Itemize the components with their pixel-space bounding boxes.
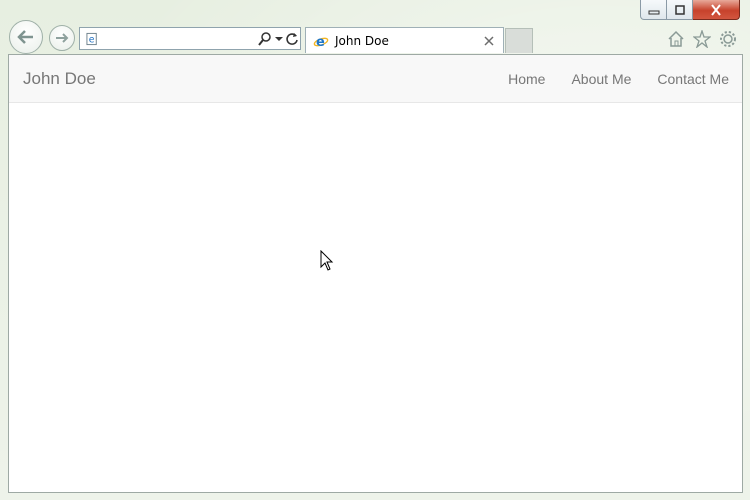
site-brand[interactable]: John Doe [23, 69, 96, 89]
nav-links: Home About Me Contact Me [495, 55, 742, 103]
back-button[interactable] [9, 20, 43, 54]
back-arrow-icon [17, 30, 33, 44]
gear-icon[interactable] [718, 29, 738, 49]
nav-home-link[interactable]: Home [495, 71, 558, 87]
forward-button[interactable] [49, 25, 75, 51]
mouse-cursor-icon [320, 250, 334, 271]
minimize-icon [648, 10, 659, 14]
dropdown-arrow-icon[interactable] [274, 30, 283, 48]
nav-contact-link[interactable]: Contact Me [644, 71, 742, 87]
maximize-button[interactable] [667, 0, 693, 20]
address-bar[interactable]: e [79, 27, 301, 50]
refresh-icon[interactable] [283, 30, 300, 48]
nav-about-link[interactable]: About Me [558, 71, 644, 87]
tab-active[interactable]: e John Doe [305, 27, 504, 53]
search-icon[interactable] [257, 30, 274, 48]
new-tab-button[interactable] [505, 28, 533, 53]
svg-text:e: e [316, 35, 325, 49]
tab-close-icon[interactable] [481, 33, 497, 49]
ie-favicon-icon: e [86, 32, 97, 45]
minimize-button[interactable] [640, 0, 667, 20]
svg-text:e: e [89, 34, 95, 45]
close-window-button[interactable] [693, 0, 740, 20]
page-viewport: John Doe Home About Me Contact Me [8, 54, 743, 493]
star-icon[interactable] [692, 29, 712, 49]
forward-arrow-icon [56, 33, 69, 43]
tab-title: John Doe [335, 33, 389, 48]
toolbar-right [666, 29, 738, 49]
maximize-icon [674, 4, 685, 15]
home-icon[interactable] [666, 29, 686, 49]
window-controls [640, 0, 740, 20]
ie-logo-icon: e [313, 35, 329, 49]
site-navbar: John Doe Home About Me Contact Me [9, 55, 742, 103]
address-input[interactable] [99, 29, 258, 48]
close-icon [711, 3, 721, 16]
